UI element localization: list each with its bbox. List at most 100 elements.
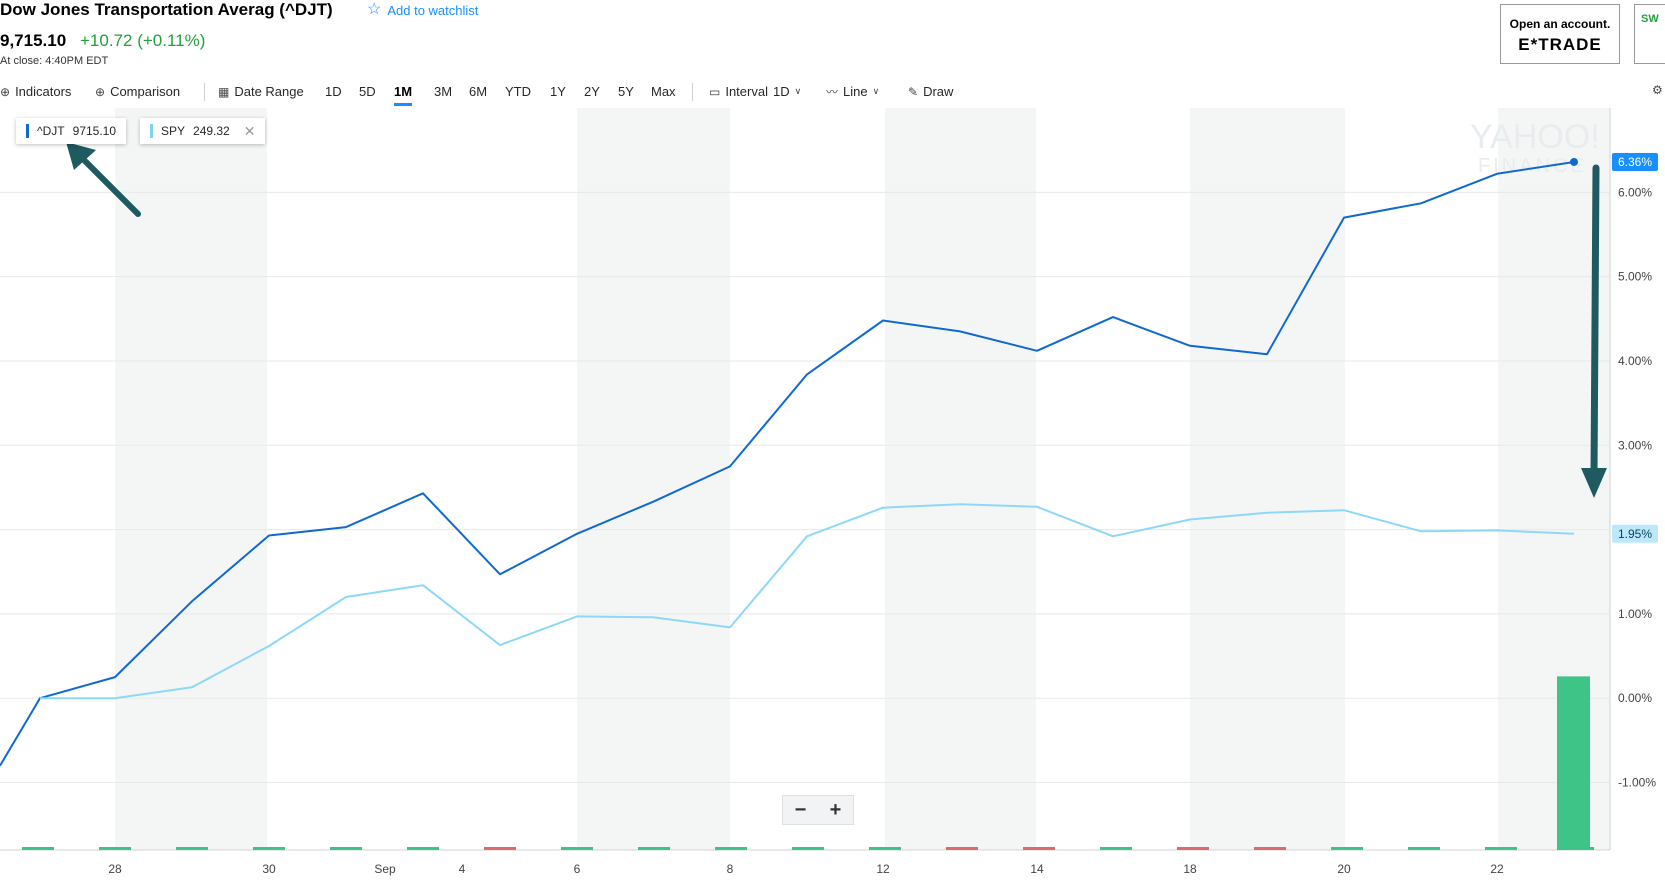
y-tick-label: 5.00% <box>1618 270 1652 284</box>
legend-djt-symbol: ^DJT <box>37 124 65 138</box>
week-band <box>885 108 1036 850</box>
comparison-button[interactable]: ⊕ Comparison <box>95 84 180 99</box>
chart-type-label: Line <box>843 84 868 99</box>
settings-button[interactable]: ⚙ <box>1652 84 1663 96</box>
zoom-out-button[interactable]: − <box>795 799 807 822</box>
interval-dropdown[interactable]: ▭ Interval 1D ∨ <box>709 84 801 99</box>
toolbar-divider <box>692 83 693 101</box>
ad-logo: E*TRADE <box>1518 35 1602 54</box>
x-tick-label: 30 <box>262 862 276 876</box>
y-tick-label: 6.00% <box>1618 185 1652 199</box>
range-1y[interactable]: 1Y <box>550 84 566 99</box>
range-1m[interactable]: 1M <box>394 84 413 106</box>
volume-bar <box>330 847 362 850</box>
volume-bar <box>561 847 593 850</box>
x-tick-label: 8 <box>727 862 734 876</box>
watermark-text: YAHOO! <box>1470 118 1600 156</box>
y-tick-label: 3.00% <box>1618 438 1652 452</box>
comparison-label: Comparison <box>110 84 181 99</box>
range-max[interactable]: Max <box>651 84 676 99</box>
legend-djt-value: 9715.10 <box>72 124 117 138</box>
volume-bar <box>176 847 208 850</box>
volume-bar <box>638 847 670 850</box>
x-tick-label: 14 <box>1030 862 1044 876</box>
add-to-watchlist-link[interactable]: ☆ Add to watchlist <box>367 2 478 18</box>
legend-djt[interactable]: ^DJT 9715.10 <box>16 118 127 144</box>
week-band <box>1190 108 1345 850</box>
week-band <box>115 108 267 850</box>
annotation-arrow-shaft <box>1590 164 1600 479</box>
chevron-down-icon: ∨ <box>872 86 880 96</box>
ad-tagline: Open an account. <box>1509 17 1611 31</box>
interval-label: Interval <box>725 84 768 99</box>
spy-badge-label: 1.95% <box>1618 527 1652 541</box>
spy-series-line <box>40 503 1575 700</box>
volume-bar <box>869 847 901 850</box>
volume-bar <box>99 847 131 850</box>
volume-bar <box>1100 847 1132 850</box>
page-title: Dow Jones Transportation Averag (^DJT) <box>0 0 333 19</box>
legend-spy[interactable]: SPY 249.32 ✕ <box>140 118 266 144</box>
x-tick-label: 6 <box>574 862 581 876</box>
zoom-controls: − + <box>782 795 854 825</box>
volume-bar <box>715 847 747 850</box>
week-band <box>1498 108 1610 850</box>
range-ytd[interactable]: YTD <box>505 84 531 99</box>
range-3m[interactable]: 3M <box>434 84 452 99</box>
zoom-in-button[interactable]: + <box>830 799 842 822</box>
interval-icon: ▭ <box>709 84 721 99</box>
djt-last-point <box>1570 157 1578 166</box>
etrade-ad[interactable]: Open an account. E*TRADE <box>1500 4 1620 64</box>
x-tick-label: 4 <box>459 862 466 876</box>
close-time: At close: 4:40PM EDT <box>0 55 109 67</box>
interval-value: 1D <box>772 84 790 99</box>
plus-circle-icon: ⊕ <box>0 84 11 99</box>
price-change: +10.72 (+0.11%) <box>80 31 206 50</box>
draw-button[interactable]: ✎ Draw <box>908 84 953 99</box>
volume-bar <box>946 847 978 850</box>
volume-bar <box>792 847 824 850</box>
annotation-arrow-shaft <box>75 151 141 217</box>
spy-last-badge <box>1612 524 1658 543</box>
range-5y[interactable]: 5Y <box>618 84 634 99</box>
djt-series-line <box>0 161 1575 767</box>
legend-spy-symbol: SPY <box>161 124 186 138</box>
gear-icon: ⚙ <box>1652 83 1663 97</box>
y-tick-label: -1.00% <box>1618 776 1656 790</box>
volume-bar <box>22 847 54 850</box>
remove-comparison-close-icon[interactable]: ✕ <box>244 123 256 140</box>
chevron-down-icon: ∨ <box>794 86 802 96</box>
volume-bar <box>1023 847 1055 850</box>
side-ad[interactable]: SW <box>1634 4 1665 64</box>
legend-djt-swatch <box>26 124 29 138</box>
volume-bar <box>1485 847 1517 850</box>
x-tick-label: 28 <box>108 862 122 876</box>
range-2y[interactable]: 2Y <box>584 84 600 99</box>
legend-spy-swatch <box>150 124 153 138</box>
watchlist-label: Add to watchlist <box>387 2 479 18</box>
volume-bar <box>484 847 516 850</box>
range-5d[interactable]: 5D <box>359 84 376 99</box>
draw-label: Draw <box>923 84 954 99</box>
indicators-button[interactable]: ⊕ Indicators <box>0 84 71 99</box>
volume-bar <box>253 847 285 850</box>
chart-type-dropdown[interactable]: 〰 Line ∨ <box>826 84 879 99</box>
y-tick-label: 2.00% <box>1618 523 1652 537</box>
date-range-button[interactable]: ▦ Date Range <box>218 84 304 99</box>
range-1d[interactable]: 1D <box>325 84 342 99</box>
volume-bar <box>1177 847 1209 850</box>
range-6m[interactable]: 6M <box>469 84 487 99</box>
legend-spy-value: 249.32 <box>193 124 230 138</box>
annotation-arrow-head <box>1581 468 1607 498</box>
volume-bar <box>407 847 439 850</box>
line-chart-icon: 〰 <box>826 84 839 99</box>
volume-bar <box>1408 847 1440 850</box>
chart-toolbar: ⊕ Indicators ⊕ Comparison ▦ Date Range 1… <box>0 80 1665 106</box>
y-tick-label: 1.00% <box>1618 607 1652 621</box>
plus-circle-icon: ⊕ <box>95 84 106 99</box>
volume-bar <box>1254 847 1286 850</box>
pencil-icon: ✎ <box>908 84 919 99</box>
x-tick-label: 18 <box>1183 862 1197 876</box>
date-range-label: Date Range <box>234 84 304 99</box>
volume-bar <box>1562 847 1594 850</box>
